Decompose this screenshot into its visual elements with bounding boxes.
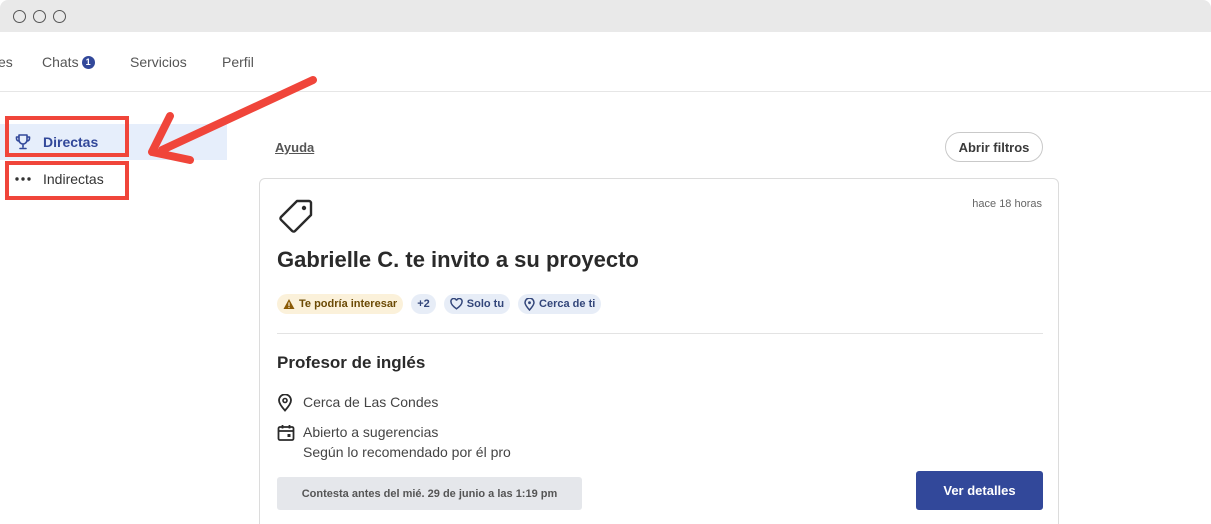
nav-item-partial[interactable]: es	[0, 54, 13, 70]
help-link[interactable]: Ayuda	[275, 140, 314, 155]
schedule-info: Abierto a sugerencias Según lo recomenda…	[277, 422, 511, 462]
card-timestamp: hace 18 horas	[972, 198, 1042, 210]
schedule-text: Abierto a sugerencias Según lo recomenda…	[303, 422, 511, 462]
window-dot-2[interactable]	[33, 10, 46, 23]
nav-item-perfil[interactable]: Perfil	[222, 54, 254, 70]
chip-te-podria-interesar: Te podría interesar	[277, 294, 404, 314]
chip-solo-tu: Solo tu	[443, 294, 511, 314]
annotation-box-indirectas	[5, 161, 129, 200]
nav-item-chats[interactable]: Chats 1	[42, 54, 95, 70]
location-pin-icon	[277, 392, 303, 417]
schedule-line-2: Según lo recomendado por él pro	[303, 444, 511, 460]
nav-item-servicios[interactable]: Servicios	[130, 54, 187, 70]
schedule-line-1: Abierto a sugerencias	[303, 424, 439, 440]
location-pin-icon	[524, 297, 535, 311]
card-divider	[277, 333, 1043, 334]
heart-icon	[449, 298, 463, 310]
card-title: Gabrielle C. te invito a su proyecto	[277, 247, 639, 272]
top-navigation: es Chats 1 Servicios Perfil	[0, 32, 1211, 92]
chip-label: Cerca de ti	[539, 298, 596, 310]
project-card: hace 18 horas Gabrielle C. te invito a s…	[259, 178, 1059, 524]
window-titlebar	[0, 0, 1211, 32]
nav-item-chats-label: Chats	[42, 54, 79, 70]
view-details-button[interactable]: Ver detalles	[916, 471, 1043, 510]
chip-label: Solo tu	[466, 298, 505, 310]
location-info: Cerca de Las Condes	[277, 392, 438, 417]
chip-label: Te podría interesar	[299, 298, 398, 310]
chip-label: +2	[417, 298, 430, 310]
annotation-box-directas	[5, 116, 129, 157]
calendar-icon	[277, 422, 303, 462]
chip-cerca-de-ti: Cerca de ti	[518, 294, 602, 314]
deadline-notice: Contesta antes del mié. 29 de junio a la…	[277, 477, 582, 510]
tag-icon	[277, 197, 315, 240]
service-title: Profesor de inglés	[277, 353, 426, 372]
chats-count-badge: 1	[81, 56, 95, 69]
warning-icon	[283, 299, 295, 309]
card-chips: Te podría interesar +2 Solo tu Cerca de …	[277, 294, 602, 314]
location-text: Cerca de Las Condes	[303, 394, 439, 410]
window-dot-3[interactable]	[53, 10, 66, 23]
window-dot-1[interactable]	[13, 10, 26, 23]
open-filters-button[interactable]: Abrir filtros	[945, 132, 1043, 162]
chip-plus-two[interactable]: +2	[411, 294, 436, 314]
